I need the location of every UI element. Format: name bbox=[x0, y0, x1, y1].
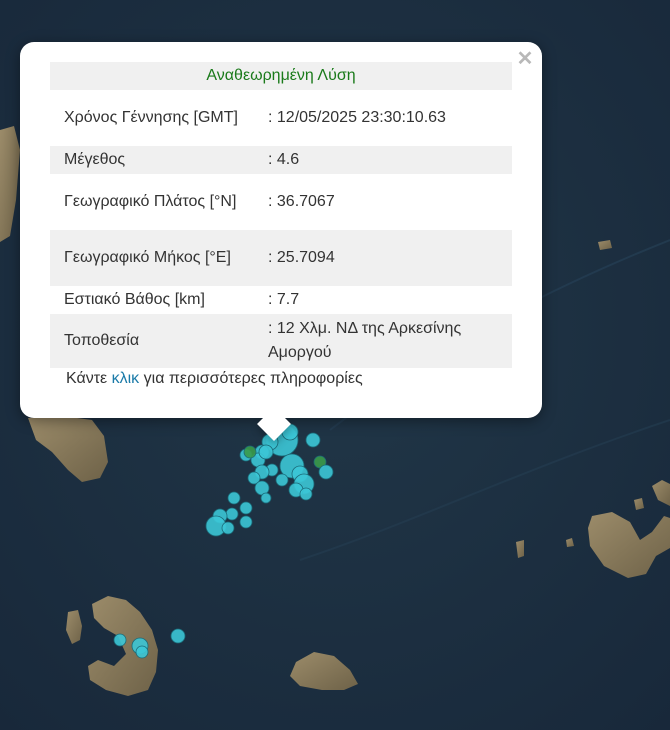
row-longitude: Γεωγραφικό Μήκος [°E] : 25.7094 bbox=[50, 230, 512, 286]
earthquake-marker[interactable] bbox=[221, 521, 235, 535]
more-info-link[interactable]: κλικ bbox=[112, 370, 140, 387]
row-latitude: Γεωγραφικό Πλάτος [°N] : 36.7067 bbox=[50, 174, 512, 230]
row-location: Τοποθεσία : 12 Χλμ. ΝΔ της Αρκεσίνης Αμο… bbox=[50, 314, 512, 368]
earthquake-marker[interactable] bbox=[135, 645, 149, 659]
row-magnitude: Μέγεθος : 4.6 bbox=[50, 146, 512, 174]
value-location: : 12 Χλμ. ΝΔ της Αρκεσίνης Αμοργού bbox=[260, 314, 512, 368]
earthquake-marker[interactable] bbox=[305, 432, 321, 448]
value-magnitude: : 4.6 bbox=[260, 146, 512, 174]
earthquake-marker[interactable] bbox=[318, 464, 334, 480]
earthquake-marker[interactable] bbox=[113, 633, 127, 647]
value-depth: : 7.7 bbox=[268, 291, 300, 308]
earthquake-info-table: Αναθεωρημένη Λύση Χρόνος Γέννησης [GMT] … bbox=[50, 62, 512, 368]
label-depth: Εστιακό Βάθος [km] bbox=[64, 291, 205, 308]
earthquake-marker[interactable] bbox=[170, 628, 186, 644]
close-button[interactable]: ✕ bbox=[514, 48, 536, 70]
label-magnitude: Μέγεθος bbox=[50, 146, 260, 174]
earthquake-marker[interactable] bbox=[225, 507, 239, 521]
earthquake-marker[interactable] bbox=[243, 445, 257, 459]
earthquake-marker[interactable] bbox=[227, 491, 241, 505]
more-info-suffix: για περισσότερες πληροφορίες bbox=[139, 370, 363, 387]
row-origin-time: Χρόνος Γέννησης [GMT] : 12/05/2025 23:30… bbox=[50, 90, 512, 146]
popup-title: Αναθεωρημένη Λύση bbox=[50, 62, 512, 90]
value-longitude: : 25.7094 bbox=[260, 230, 512, 286]
earthquake-marker[interactable] bbox=[275, 473, 289, 487]
earthquake-marker[interactable] bbox=[258, 444, 274, 460]
more-info-prefix: Κάντε bbox=[66, 370, 112, 387]
earthquake-marker[interactable] bbox=[299, 487, 313, 501]
more-info-text: Κάντε κλικ για περισσότερες πληροφορίες bbox=[66, 370, 363, 388]
row-depth: Εστιακό Βάθος [km] : 7.7 bbox=[50, 286, 512, 314]
label-latitude: Γεωγραφικό Πλάτος [°N] bbox=[64, 193, 237, 210]
earthquake-marker[interactable] bbox=[260, 492, 272, 504]
popup-title-row: Αναθεωρημένη Λύση bbox=[50, 62, 512, 90]
earthquake-marker[interactable] bbox=[239, 501, 253, 515]
value-latitude: : 36.7067 bbox=[268, 193, 335, 210]
label-longitude: Γεωγραφικό Μήκος [°E] bbox=[50, 230, 260, 286]
earthquake-marker[interactable] bbox=[239, 515, 253, 529]
value-origin-time: : 12/05/2025 23:30:10.63 bbox=[268, 109, 446, 126]
label-location: Τοποθεσία bbox=[50, 314, 260, 368]
label-origin-time: Χρόνος Γέννησης [GMT] bbox=[64, 109, 238, 126]
